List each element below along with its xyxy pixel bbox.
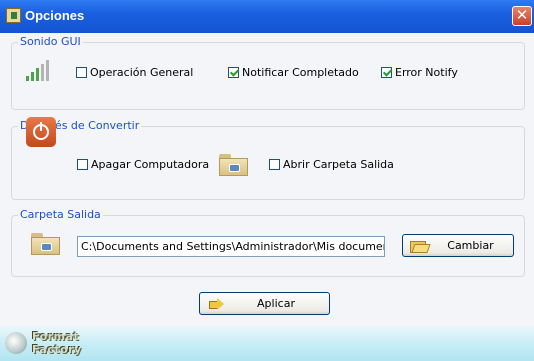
- output-folder-path-input[interactable]: C:\Documents and Settings\Administrador\…: [77, 236, 385, 257]
- checkbox-box[interactable]: [381, 67, 392, 78]
- group-title-carpeta: Carpeta Salida: [18, 208, 103, 221]
- logo-line-2: Factory: [32, 343, 82, 356]
- aplicar-button-label: Aplicar: [257, 297, 295, 310]
- group-title-sonido: Sonido GUI: [18, 35, 83, 48]
- title-bar: Opciones ✕: [0, 0, 534, 33]
- output-folder-icon: [31, 233, 60, 255]
- app-icon[interactable]: [6, 8, 21, 23]
- cambiar-button[interactable]: Cambiar: [402, 234, 514, 257]
- cambiar-button-label: Cambiar: [447, 239, 494, 252]
- checkbox-label: Error Notify: [395, 66, 458, 79]
- checkbox-label: Operación General: [90, 66, 194, 79]
- checkbox-label: Abrir Carpeta Salida: [283, 158, 394, 171]
- checkbox-label: Apagar Computadora: [91, 158, 210, 171]
- arrow-right-icon: [209, 297, 224, 310]
- power-icon: [26, 117, 56, 147]
- format-factory-logo-icon: [5, 332, 27, 354]
- checkbox-box[interactable]: [228, 67, 239, 78]
- checkbox-box[interactable]: [269, 159, 280, 170]
- checkbox-label: Notificar Completado: [242, 66, 359, 79]
- checkbox-operacion-general[interactable]: Operación General: [76, 66, 193, 79]
- footer-bar: Format Factory: [0, 327, 534, 361]
- logo-line-1: Format: [32, 330, 80, 343]
- aplicar-button[interactable]: Aplicar: [199, 292, 330, 315]
- close-button[interactable]: ✕: [512, 6, 532, 26]
- checkbox-error-notify[interactable]: Error Notify: [381, 66, 458, 79]
- signal-bars-icon: [26, 59, 51, 81]
- checkbox-box[interactable]: [77, 159, 88, 170]
- window-title: Opciones: [25, 8, 85, 23]
- checkbox-box[interactable]: [76, 67, 87, 78]
- checkbox-notificar-completado[interactable]: Notificar Completado: [228, 66, 359, 79]
- checkbox-apagar-computadora[interactable]: Apagar Computadora: [77, 158, 209, 171]
- footer-logo-text: Format Factory: [32, 330, 82, 356]
- open-folder-icon: [410, 239, 428, 253]
- folder-icon: [219, 154, 248, 176]
- checkbox-abrir-carpeta-salida[interactable]: Abrir Carpeta Salida: [269, 158, 394, 171]
